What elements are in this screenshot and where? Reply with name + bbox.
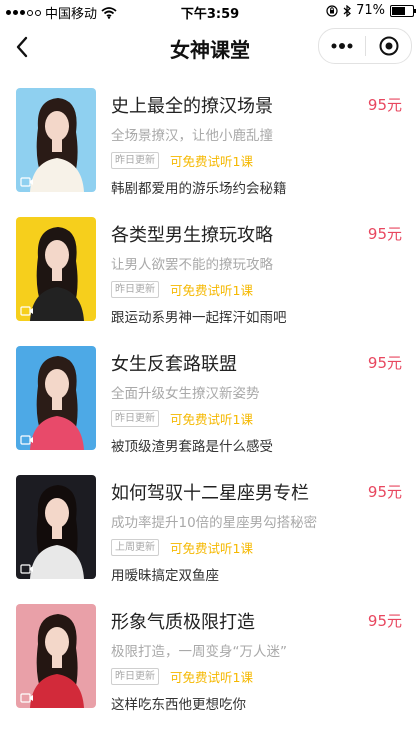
course-item[interactable]: 形象气质极限打造 95元 极限打造，一周变身“万人迷” 昨日更新 可免费试听1课… [0, 596, 420, 725]
course-subtitle: 极限打造，一周变身“万人迷” [111, 644, 287, 660]
status-bar: 中国移动 下午3:59 71% [0, 0, 420, 22]
course-thumbnail [16, 475, 96, 579]
battery-fill [392, 6, 405, 15]
course-item[interactable]: 女生反套路联盟 95元 全面升级女生撩汉新姿势 昨日更新 可免费试听1课 被顶级… [0, 338, 420, 467]
latest-lesson-title: 跟运动系男神一起挥汗如雨吧 [111, 310, 287, 326]
status-right: 71% [326, 3, 416, 18]
update-badge: 昨日更新 [111, 152, 159, 169]
mini-program-capsule [318, 28, 412, 64]
course-list: 史上最全的撩汉场景 95元 全场景撩汉，让他小鹿乱撞 昨日更新 可免费试听1课 … [0, 80, 420, 725]
latest-lesson-title: 这样吃东西他更想吃你 [111, 697, 246, 713]
video-icon [20, 306, 33, 316]
course-thumbnail [16, 88, 96, 192]
course-item[interactable]: 如何驾驭十二星座男专栏 95元 成功率提升10倍的星座男勾搭秘密 上周更新 可免… [0, 467, 420, 596]
course-price: 95元 [367, 225, 402, 243]
battery-percent: 71% [356, 3, 385, 18]
video-icon [20, 435, 33, 445]
course-thumbnail [16, 217, 96, 321]
video-icon [20, 564, 33, 574]
free-trial-label: 可免费试听1课 [170, 670, 253, 685]
battery-icon [390, 4, 416, 17]
back-button[interactable] [8, 32, 36, 62]
course-thumbnail [16, 604, 96, 708]
course-subtitle: 全场景撩汉，让他小鹿乱撞 [111, 128, 273, 144]
nav-bar: 女神课堂 [0, 22, 420, 72]
video-icon [20, 177, 33, 187]
free-trial-label: 可免费试听1课 [170, 154, 253, 169]
free-trial-label: 可免费试听1课 [170, 541, 253, 556]
course-title: 女生反套路联盟 [111, 354, 237, 375]
latest-lesson-title: 韩剧都爱用的游乐场约会秘籍 [111, 181, 287, 197]
update-badge: 昨日更新 [111, 410, 159, 427]
more-button[interactable] [319, 29, 365, 63]
update-badge: 上周更新 [111, 539, 159, 556]
video-icon [20, 693, 33, 703]
course-subtitle: 成功率提升10倍的星座男勾搭秘密 [111, 515, 318, 531]
chevron-left-icon [16, 36, 28, 58]
course-thumbnail [16, 346, 96, 450]
course-price: 95元 [367, 483, 402, 501]
close-mini-program-button[interactable] [366, 29, 411, 63]
course-subtitle: 全面升级女生撩汉新姿势 [111, 386, 260, 402]
free-trial-label: 可免费试听1课 [170, 283, 253, 298]
latest-lesson-title: 被顶级渣男套路是什么感受 [111, 439, 273, 455]
course-price: 95元 [367, 96, 402, 114]
course-title: 形象气质极限打造 [111, 612, 255, 633]
course-title: 史上最全的撩汉场景 [111, 96, 273, 117]
course-price: 95元 [367, 612, 402, 630]
free-trial-label: 可免费试听1课 [170, 412, 253, 427]
course-price: 95元 [367, 354, 402, 372]
update-badge: 昨日更新 [111, 281, 159, 298]
more-dots-icon [331, 43, 353, 49]
course-item[interactable]: 各类型男生撩玩攻略 95元 让男人欲罢不能的撩玩攻略 昨日更新 可免费试听1课 … [0, 209, 420, 338]
course-title: 各类型男生撩玩攻略 [111, 225, 273, 246]
target-close-icon [379, 36, 398, 56]
course-item[interactable]: 史上最全的撩汉场景 95元 全场景撩汉，让他小鹿乱撞 昨日更新 可免费试听1课 … [0, 80, 420, 209]
course-title: 如何驾驭十二星座男专栏 [111, 483, 309, 504]
bluetooth-icon [343, 4, 352, 17]
latest-lesson-title: 用暧昧搞定双鱼座 [111, 568, 219, 584]
lock-rotation-icon [326, 4, 338, 17]
update-badge: 昨日更新 [111, 668, 159, 685]
course-subtitle: 让男人欲罢不能的撩玩攻略 [111, 257, 273, 273]
